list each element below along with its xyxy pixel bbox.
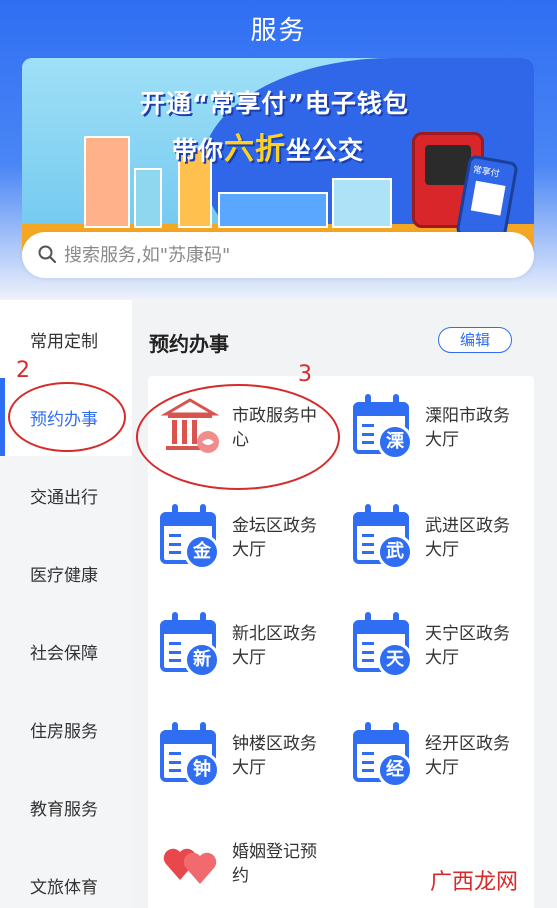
service-tile[interactable]: 钟 钟楼区政务大厅 (148, 704, 334, 804)
tile-badge: 溧 (377, 424, 413, 460)
tile-badge: 金 (184, 534, 220, 570)
sidebar-item-housing[interactable]: 住房服务 (0, 690, 132, 768)
tile-badge: 天 (377, 642, 413, 678)
calendar-icon: 新 (160, 612, 220, 678)
service-tile[interactable]: 经 经开区政务大厅 (341, 704, 527, 804)
hearts-icon (163, 848, 217, 884)
tile-label: 溧阳市政务大厅 (425, 406, 510, 450)
annotation-circle-tile (136, 384, 340, 490)
banner-line2-prefix: 带你 (172, 136, 225, 165)
tile-label: 武进区政务大厅 (425, 516, 510, 560)
sidebar-item-health[interactable]: 医疗健康 (0, 534, 132, 612)
annotation-circle-sidebar (8, 382, 126, 452)
tile-label: 新北区政务大厅 (232, 624, 317, 668)
phone-label: 常享付 (471, 165, 501, 180)
sidebar-item-culture-sports[interactable]: 文旅体育 (0, 846, 132, 908)
tile-badge: 钟 (184, 752, 220, 788)
calendar-icon: 天 (353, 612, 413, 678)
calendar-icon: 钟 (160, 722, 220, 788)
edit-button[interactable]: 编辑 (438, 327, 512, 353)
qr-code-icon (470, 180, 506, 216)
calendar-icon: 溧 (353, 394, 413, 460)
bus-illustration (218, 192, 328, 228)
banner-headline: 开通“常享付”电子钱包 (140, 89, 409, 118)
sidebar-item-social-security[interactable]: 社会保障 (0, 612, 132, 690)
tile-label: 婚姻登记预约 (232, 842, 317, 886)
promo-banner[interactable]: 常享付 开通“常享付”电子钱包 带你六折坐公交 (22, 58, 534, 258)
watermark: 广西龙网 (430, 870, 519, 895)
sidebar-item-education[interactable]: 教育服务 (0, 768, 132, 846)
annotation-number-2: 2 (16, 358, 30, 383)
building-illustration (84, 136, 130, 228)
tile-label: 金坛区政务大厅 (232, 516, 317, 560)
search-bar[interactable] (22, 232, 534, 278)
tile-badge: 新 (184, 642, 220, 678)
bus-stop-illustration (332, 178, 392, 228)
calendar-icon: 武 (353, 504, 413, 570)
service-tile[interactable]: 溧 溧阳市政务大厅 (341, 376, 527, 476)
tile-label: 天宁区政务大厅 (425, 624, 510, 668)
search-input[interactable] (64, 240, 514, 270)
banner-highlight: 六折 (224, 132, 287, 167)
tile-label: 经开区政务大厅 (425, 734, 510, 778)
sidebar-item-transport[interactable]: 交通出行 (0, 456, 132, 534)
service-tile[interactable]: 新 新北区政务大厅 (148, 594, 334, 694)
building-illustration (134, 168, 162, 228)
calendar-icon: 金 (160, 504, 220, 570)
service-tile[interactable]: 婚姻登记预约 (148, 812, 334, 908)
banner-line2-suffix: 坐公交 (286, 136, 365, 165)
annotation-number-3: 3 (298, 362, 312, 387)
page-title: 服务 (250, 16, 307, 46)
tile-badge: 武 (377, 534, 413, 570)
tile-badge: 经 (377, 752, 413, 788)
search-icon (38, 245, 56, 263)
service-tile[interactable]: 武 武进区政务大厅 (341, 486, 527, 586)
tile-label: 钟楼区政务大厅 (232, 734, 317, 778)
section-title: 预约办事 (149, 332, 229, 356)
calendar-icon: 经 (353, 722, 413, 788)
banner-subheadline: 带你六折坐公交 (172, 124, 364, 168)
service-tile[interactable]: 金 金坛区政务大厅 (148, 486, 334, 586)
service-tile[interactable]: 天 天宁区政务大厅 (341, 594, 527, 694)
